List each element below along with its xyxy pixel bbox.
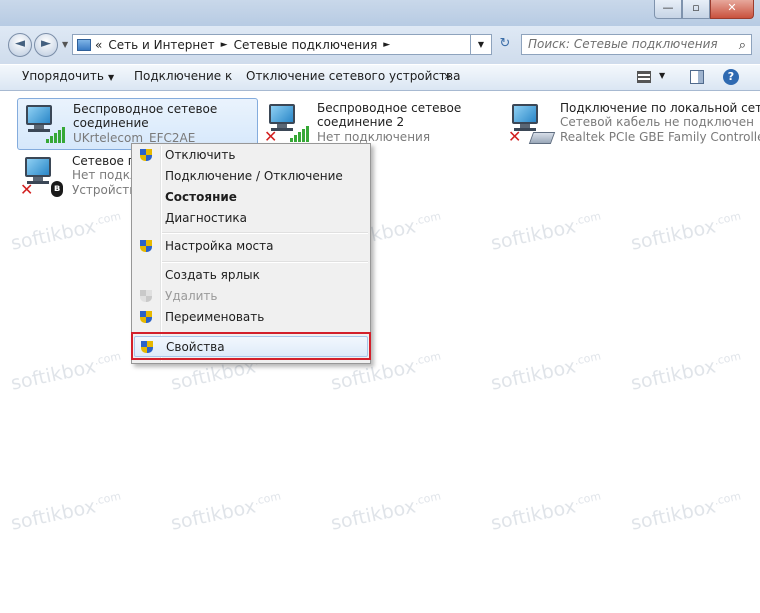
menu-item-delete: Удалить [134,286,368,307]
address-bar[interactable]: « Сеть и Интернет ► Сетевые подключения … [72,34,492,55]
change-view-icon[interactable] [637,71,651,83]
search-input[interactable]: Поиск: Сетевые подключения ⌕ [521,34,752,55]
menu-item-disable[interactable]: Отключить [134,145,368,166]
uac-shield-icon [140,149,152,162]
recent-pages-dropdown[interactable]: ▼ [62,40,68,49]
connection-device: Realtek PCIe GBE Family Controller [560,130,760,144]
organize-label: Упорядочить [22,69,104,83]
watermark: softikbox.com [8,489,123,535]
breadcrumb-overflow[interactable]: « [95,38,102,52]
connections-view: softikbox.com softikbox.com softikbox.co… [0,91,760,613]
window-controls: — ▫ ✕ [654,0,754,19]
connection-name: Подключение по локальной сети [560,101,760,115]
refresh-icon: ↻ [499,36,511,51]
command-toolbar: Упорядочить ▼ Подключение к Отключение се… [0,64,760,91]
disable-device-button[interactable]: Отключение сетевого устройства [246,69,460,83]
view-options-dropdown[interactable]: ▼ [659,71,665,80]
watermark: softikbox.com [628,209,743,255]
menu-item-connect-disconnect[interactable]: Подключение / Отключение [134,166,368,187]
connection-name: Беспроводное сетевое [73,102,218,116]
close-button[interactable]: ✕ [710,0,754,19]
disconnected-x-icon: ✕ [508,127,522,146]
watermark: softikbox.com [488,349,603,395]
connection-bluetooth[interactable]: ✕ ʙ Сетевое по Нет подкл Устройства [17,152,144,204]
uac-shield-icon [140,290,152,303]
watermark: softikbox.com [8,209,123,255]
watermark: softikbox.com [488,489,603,535]
watermark: softikbox.com [488,209,603,255]
refresh-button[interactable]: ↻ [494,34,516,55]
connection-name: соединение [73,116,149,130]
uac-shield-icon [140,311,152,324]
menu-item-bridge[interactable]: Настройка моста [134,236,368,257]
forward-arrow-icon: ► [41,36,51,51]
breadcrumb-network-connections[interactable]: Сетевые подключения [234,38,378,52]
disconnected-x-icon: ✕ [20,180,34,199]
menu-separator [162,232,368,234]
network-card-icon [528,132,556,144]
breadcrumb-separator-icon[interactable]: ► [221,40,228,50]
menu-item-rename[interactable]: Переименовать [134,307,368,328]
breadcrumb-network-internet[interactable]: Сеть и Интернет [108,38,214,52]
explorer-window: — ▫ ✕ ◄ ► ▼ « Сеть и Интернет ► Сетевые … [0,0,760,613]
uac-shield-icon [140,240,152,253]
wifi-signal-icon [290,126,309,142]
bluetooth-icon: ʙ [51,181,63,197]
toolbar-overflow-button[interactable]: » [444,69,451,83]
search-icon[interactable]: ⌕ [739,36,746,55]
search-placeholder: Поиск: Сетевые подключения [528,37,718,51]
menu-item-status[interactable]: Состояние [134,187,368,208]
connection-status: Нет подкл [72,168,138,182]
watermark: softikbox.com [8,349,123,395]
back-button[interactable]: ◄ [8,33,32,57]
maximize-button[interactable]: ▫ [682,0,710,19]
menu-separator [162,261,368,263]
preview-pane-icon[interactable] [690,70,704,84]
minimize-button[interactable]: — [654,0,682,19]
network-folder-icon [77,38,91,51]
connection-local-area[interactable]: ✕ Подключение по локальной сети Сетевой … [505,98,760,150]
watermark: softikbox.com [168,489,283,535]
connect-to-button[interactable]: Подключение к [134,69,232,83]
organize-button[interactable]: Упорядочить ▼ [22,69,114,83]
wifi-signal-icon [46,127,65,143]
watermark: softikbox.com [628,489,743,535]
navigation-bar: ◄ ► ▼ « Сеть и Интернет ► Сетевые подклю… [0,26,760,64]
menu-item-create-shortcut[interactable]: Создать ярлык [134,265,368,286]
menu-item-diagnose[interactable]: Диагностика [134,208,368,229]
chevron-down-icon: ▼ [107,73,115,82]
watermark: softikbox.com [628,349,743,395]
connection-status: Сетевой кабель не подключен [560,115,754,129]
annotation-highlight-box [131,332,371,360]
forward-button[interactable]: ► [34,33,58,57]
title-bar: — ▫ ✕ [0,0,760,26]
help-icon[interactable]: ? [723,69,739,85]
connection-name: соединение 2 [317,115,405,129]
context-menu: Отключить Подключение / Отключение Состо… [131,143,371,364]
address-dropdown-button[interactable]: ▼ [470,34,492,55]
connection-name: Беспроводное сетевое [317,101,462,115]
watermark: softikbox.com [328,489,443,535]
breadcrumb-separator-icon[interactable]: ► [383,40,390,50]
connection-status: Нет подключения [317,130,431,144]
back-arrow-icon: ◄ [15,36,25,51]
